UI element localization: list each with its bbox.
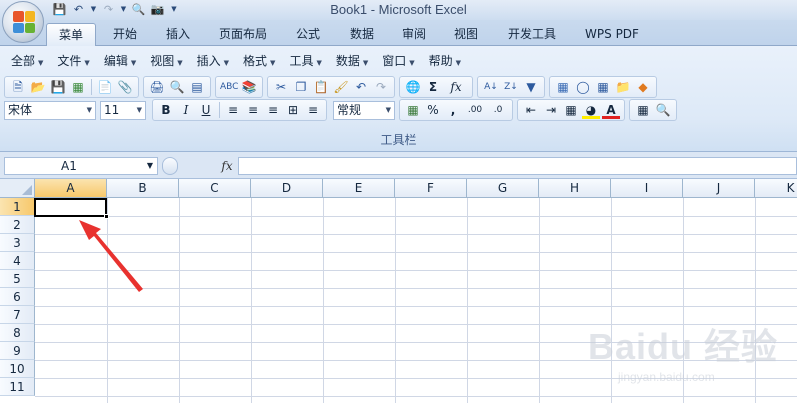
baidu-watermark: Baidu 经验 jingyan.baidu.com [588, 318, 793, 398]
watermark-url: jingyan.baidu.com [618, 370, 715, 384]
office-logo-icon [13, 11, 35, 33]
watermark-brand: Baidu 经验 [588, 326, 779, 367]
office-button[interactable] [2, 1, 44, 43]
